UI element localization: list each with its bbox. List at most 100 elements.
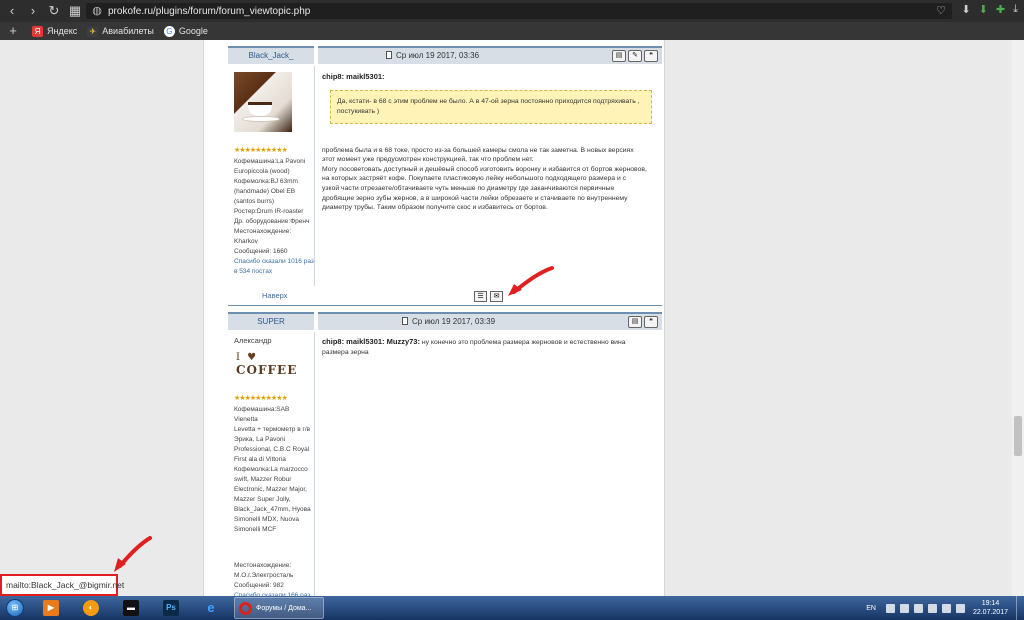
profile-line: Кофемашина:La Pavoni xyxy=(234,158,306,165)
logo-text: I xyxy=(236,352,242,363)
thanks-link[interactable]: Спасибо сказали 1016 раз xyxy=(234,257,314,267)
quote-block: Да, кстати- в 68 с этим проблем не было.… xyxy=(330,89,652,124)
speed-dial-icon[interactable]: ▦ xyxy=(66,2,84,20)
post-author-header: SUPER xyxy=(228,312,314,330)
reply-quote-icon[interactable]: ❝ xyxy=(644,50,658,62)
avatar xyxy=(234,72,292,132)
profile-line: Simonelli MDX, Nuova xyxy=(234,516,300,523)
saucer-icon xyxy=(242,116,280,122)
taskbar-opera-task[interactable]: Форумы / Дома... xyxy=(234,597,324,619)
post-header: Ср июл 19 2017, 03:39 ▤ ❝ xyxy=(318,312,662,330)
profile-line: (handmade) Obel EB xyxy=(234,188,296,195)
print-icon[interactable]: ▤ xyxy=(612,50,626,62)
post-divider xyxy=(228,305,662,306)
post-date-text: Ср июл 19 2017, 03:39 xyxy=(412,317,496,326)
yandex-icon: Я xyxy=(32,25,43,37)
page-viewport: Black_Jack_ Ср июл 19 2017, 03:36 ▤ ✎ ❝ … xyxy=(0,40,1024,609)
post-username[interactable]: Black_Jack_ xyxy=(228,48,314,64)
reload-icon[interactable]: ↻ xyxy=(45,2,63,20)
profile-line: Mazzer Super Jolly, xyxy=(234,496,291,503)
post-body-line: дробящие зерно зубы жернов, а в широкой … xyxy=(322,194,628,202)
post-doc-icon xyxy=(386,51,392,59)
edit-icon[interactable]: ✎ xyxy=(628,50,642,62)
volume-icon[interactable] xyxy=(941,603,951,613)
show-desktop-button[interactable] xyxy=(1016,596,1024,620)
heart-icon: ♥ xyxy=(247,352,259,363)
post-date-text: Ср июл 19 2017, 03:36 xyxy=(396,51,480,60)
tray-icon[interactable] xyxy=(899,603,909,613)
bookmark-heart-icon[interactable]: ♡ xyxy=(936,4,946,17)
quote-author: chip8: maikl5301: xyxy=(322,72,385,81)
language-indicator[interactable]: EN xyxy=(866,605,876,612)
taskbar-media-player[interactable]: ▶ xyxy=(32,597,70,619)
back-icon[interactable]: ‹ xyxy=(3,2,21,20)
post-username[interactable]: SUPER xyxy=(228,314,314,330)
print-icon[interactable]: ▤ xyxy=(628,316,642,328)
profile-line: Europiccola (wood) xyxy=(234,168,290,175)
column-divider xyxy=(314,332,315,596)
profile-line: Levetta + термометр в г/в xyxy=(234,426,311,433)
taskbar-app[interactable]: ▬ xyxy=(112,597,150,619)
post-body-line: размера зерна xyxy=(322,348,369,356)
taskbar-photoshop[interactable]: Ps xyxy=(152,597,190,619)
back-to-top-link[interactable]: Наверх xyxy=(262,291,288,300)
taskbar-ie[interactable]: e xyxy=(192,597,230,619)
extension-icon[interactable]: ✚ xyxy=(996,3,1005,16)
page-scrollbar[interactable] xyxy=(1012,40,1024,596)
thanks-link[interactable]: в 534 постах xyxy=(234,267,314,277)
clock-date: 22.07.2017 xyxy=(972,609,1008,616)
taskbar-firefox[interactable]: ◐ xyxy=(72,597,110,619)
plane-icon: ✈ xyxy=(87,25,99,37)
photoshop-icon: Ps xyxy=(163,600,179,616)
post-author-header: Black_Jack_ xyxy=(228,46,314,64)
author-real-name: Александр xyxy=(234,336,272,345)
email-icon[interactable]: ✉ xyxy=(490,291,503,302)
post-body-line: проблема была и в 68 токе, просто из-за … xyxy=(322,146,634,154)
clock[interactable]: 19:14 22.07.2017 xyxy=(973,599,1008,617)
vpn-icon[interactable]: ⬇ xyxy=(979,3,988,16)
profile-line: Эрика, La Pavoni xyxy=(234,436,286,443)
profile-card-icon[interactable]: ☰ xyxy=(474,291,487,302)
scrollbar-thumb[interactable] xyxy=(1014,416,1022,456)
profile-line: swift, Mazzer Robur xyxy=(234,476,292,483)
reply-quote-icon[interactable]: ❝ xyxy=(644,316,658,328)
post-date: Ср июл 19 2017, 03:39 xyxy=(402,317,495,326)
bookmark-aviabilety[interactable]: ✈ Авиабилеты xyxy=(87,25,154,37)
bookmark-yandex[interactable]: Я Яндекс xyxy=(32,25,78,37)
profile-line: Сообщений: 982 xyxy=(234,582,284,589)
coffee-cup-icon xyxy=(248,102,272,116)
bookmark-label: Яндекс xyxy=(47,26,78,36)
download-icon[interactable]: ⬇ xyxy=(961,3,970,16)
post-date: Ср июл 19 2017, 03:36 xyxy=(386,51,479,60)
post-message: chip8: maikl5301: Muzzy73: ну конечно эт… xyxy=(322,337,656,357)
post-body-line: этот момент уже предусмотрен конструкцие… xyxy=(322,156,534,164)
address-url[interactable]: prokofe.ru/plugins/forum/forum_viewtopic… xyxy=(108,6,310,17)
address-bar[interactable]: ◍ prokofe.ru/plugins/forum/forum_viewtop… xyxy=(86,3,952,19)
network-icon[interactable] xyxy=(955,603,965,613)
windows-taskbar: ⊞ ▶ ◐ ▬ Ps e Форумы / Дома... EN 19:14 2… xyxy=(0,596,1024,620)
firefox-icon: ◐ xyxy=(83,600,99,616)
profile-line: (santos burrs) xyxy=(234,198,275,205)
internet-explorer-icon: e xyxy=(207,600,215,615)
rating-stars: ★★★★★★★★★★ xyxy=(234,395,288,402)
forward-icon[interactable]: › xyxy=(24,2,42,20)
post-doc-icon xyxy=(402,317,408,325)
add-bookmark-icon[interactable]: + xyxy=(4,22,22,40)
globe-icon: ◍ xyxy=(92,5,102,17)
post-author-info: ★★★★★★★★★★ Кофемашина:La Pavoni Europicc… xyxy=(228,70,314,277)
tray-icon[interactable] xyxy=(885,603,895,613)
tray-icon[interactable] xyxy=(927,603,937,613)
start-button[interactable]: ⊞ xyxy=(0,596,30,620)
downloads-arrow-icon[interactable]: ⤓ xyxy=(1013,3,1018,16)
tray-icon[interactable] xyxy=(913,603,923,613)
post-body-line: Могу посоветовать доступный и дешёвый сп… xyxy=(322,165,647,173)
screen-app-icon: ▬ xyxy=(123,600,139,616)
profile-line: Местонахождение: xyxy=(234,562,292,569)
profile-line: Kharkov xyxy=(234,238,258,245)
post-body-line: узкой части отрезаете/обтачиваете чуть м… xyxy=(322,184,615,192)
bookmark-google[interactable]: G Google xyxy=(163,25,208,37)
windows-logo-icon: ⊞ xyxy=(6,599,24,617)
profile-line: Кофемашина:SAB Vienetta xyxy=(234,406,290,423)
profile-line: Кофемолка:La marzocco xyxy=(234,466,308,473)
media-player-icon: ▶ xyxy=(43,600,59,616)
